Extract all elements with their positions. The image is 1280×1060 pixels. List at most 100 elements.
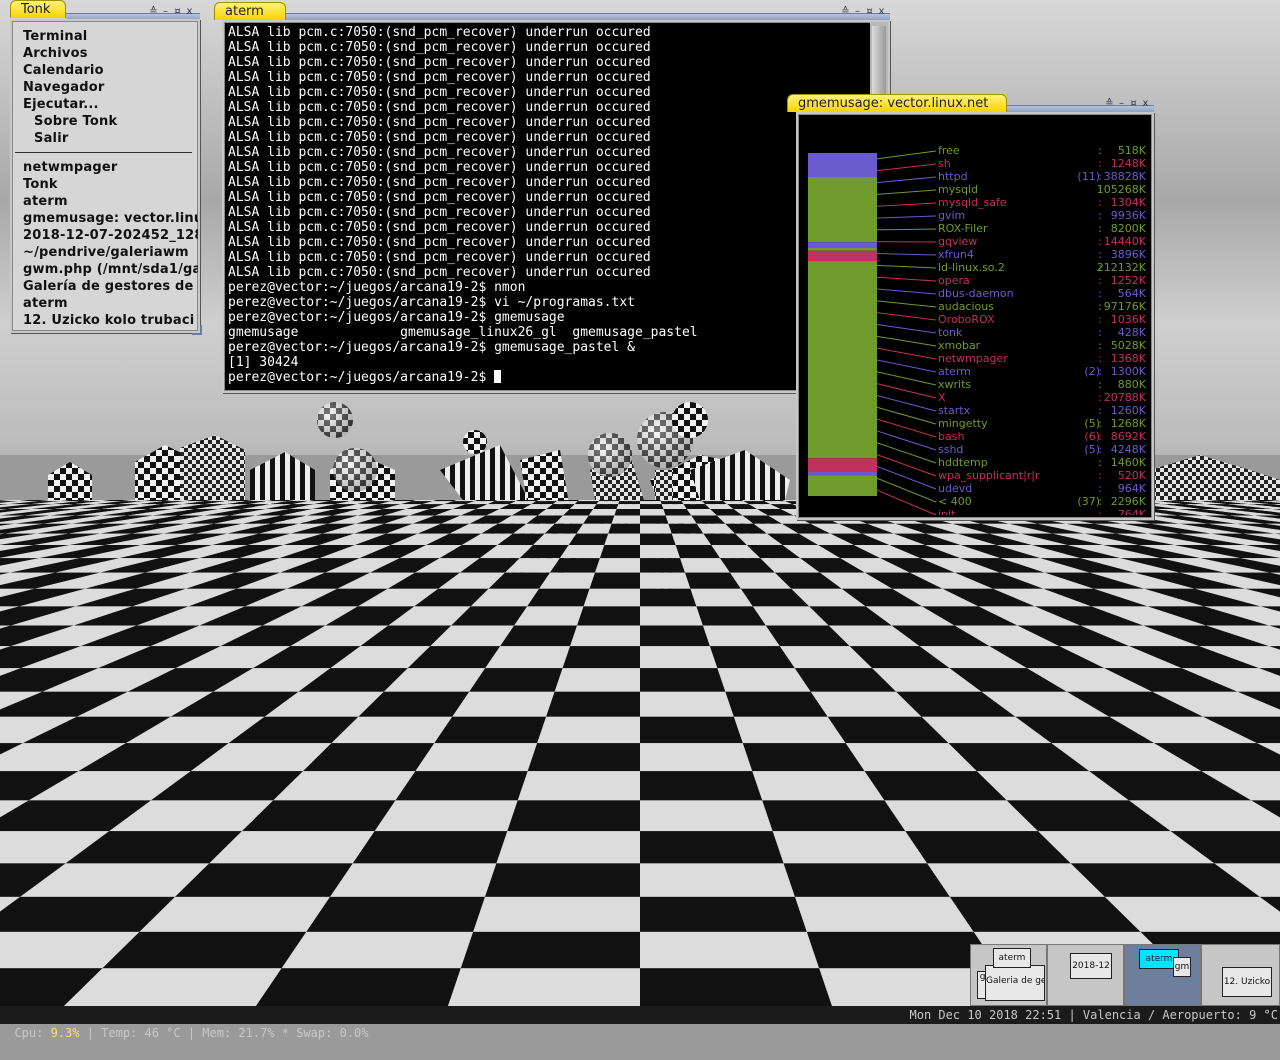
menu-item[interactable]: Navegador <box>23 79 198 96</box>
process-memory: 880K <box>1118 379 1146 391</box>
process-row: ROX-Filer:8200K <box>938 223 1146 235</box>
process-row: udevd:964K <box>938 483 1146 495</box>
terminal-line: ALSA lib pcm.c:7050:(snd_pcm_recover) un… <box>228 160 868 175</box>
maximize-icon[interactable]: ¤ <box>865 7 874 17</box>
leader-line <box>877 177 936 183</box>
process-name: init <box>938 508 955 515</box>
leader-line <box>877 348 936 359</box>
menu-item[interactable]: Calendario <box>23 62 198 79</box>
terminal-line: ALSA lib pcm.c:7050:(snd_pcm_recover) un… <box>228 25 868 40</box>
leader-line <box>877 455 936 476</box>
process-memory: 105268K <box>1097 184 1146 196</box>
mini-window[interactable]: 12. Uzicko <box>1222 967 1272 997</box>
tonk-tab[interactable]: Tonk <box>10 0 66 18</box>
process-name: udevd <box>938 482 972 495</box>
status-bar: Cpu: 9.3% | Temp: 46 °C | Mem: 21.7% * S… <box>0 1006 1280 1024</box>
shade-icon[interactable]: ≙ <box>149 7 158 17</box>
menu-item[interactable]: Terminal <box>23 28 198 45</box>
gmemusage-titlebar[interactable]: ≙ – ¤ x <box>1007 105 1154 112</box>
window-list-item[interactable]: aterm <box>23 295 198 312</box>
menu-item[interactable]: Ejecutar... <box>23 96 198 113</box>
process-memory: 5028K <box>1111 340 1146 352</box>
window-list-item[interactable]: Galería de gestores de ve <box>23 278 198 295</box>
menu-item[interactable]: Salir <box>23 130 198 147</box>
terminal-line: ALSA lib pcm.c:7050:(snd_pcm_recover) un… <box>228 100 868 115</box>
process-name: mingetty <box>938 417 988 430</box>
close-icon[interactable]: x <box>1141 99 1150 109</box>
terminal-line: [1] 30424 <box>228 355 868 370</box>
terminal-line: ALSA lib pcm.c:7050:(snd_pcm_recover) un… <box>228 145 868 160</box>
gmemusage-window: gmemusage: vector.linux.net ≙ – ¤ x free… <box>787 94 1154 522</box>
shade-icon[interactable]: ≙ <box>1105 99 1114 109</box>
window-list-item[interactable]: 12. Uzicko kolo trubaci uz <box>23 312 198 329</box>
resize-grip[interactable] <box>192 325 202 335</box>
window-list-item[interactable]: gwm.php (/mnt/sda1/gal <box>23 261 198 278</box>
checkered-floor <box>0 500 1280 1006</box>
process-name: bash <box>938 430 964 443</box>
process-count: (37) <box>1077 496 1100 508</box>
column-separator: : <box>1098 288 1102 300</box>
minimize-icon[interactable]: – <box>853 7 862 17</box>
memory-bar-segment <box>808 251 877 261</box>
terminal-line: ALSA lib pcm.c:7050:(snd_pcm_recover) un… <box>228 235 868 250</box>
process-name: gvim <box>938 209 965 222</box>
column-separator: : <box>1098 314 1102 326</box>
shade-icon[interactable]: ≙ <box>841 7 850 17</box>
aterm-tab[interactable]: aterm <box>214 2 286 20</box>
column-separator: : <box>1098 431 1102 443</box>
terminal-output[interactable]: ALSA lib pcm.c:7050:(snd_pcm_recover) un… <box>228 25 868 389</box>
process-memory: 20788K <box>1104 392 1146 404</box>
terminal-prompt: perez@vector:~/juegos/arcana19-2$ <box>228 370 494 385</box>
memory-bar-segment <box>808 261 877 458</box>
window-list-item[interactable]: Tonk <box>23 176 198 193</box>
process-name: mysqld_safe <box>938 196 1007 209</box>
close-icon[interactable]: x <box>877 7 886 17</box>
terminal-line: perez@vector:~/juegos/arcana19-2$ gmemus… <box>228 310 868 325</box>
close-icon[interactable]: x <box>185 7 194 17</box>
process-row: free:518K <box>938 145 1146 157</box>
process-name: aterm <box>938 365 971 378</box>
process-row: audacious:97176K <box>938 301 1146 313</box>
window-list-item[interactable]: ~/pendrive/galeriawm <box>23 244 198 261</box>
workspace-4[interactable]: 12. Uzicko <box>1201 944 1280 1006</box>
mini-window[interactable]: Galeria de ge <box>985 965 1045 1001</box>
column-separator: : <box>1098 275 1102 287</box>
memory-bar-segment <box>808 475 877 496</box>
workspace-1[interactable]: gm Galeria de ge aterm <box>970 944 1047 1006</box>
maximize-icon[interactable]: ¤ <box>1129 99 1138 109</box>
gmemusage-tab[interactable]: gmemusage: vector.linux.net <box>787 94 1007 112</box>
window-list-item[interactable]: netwmpager <box>23 159 198 176</box>
mini-window[interactable]: aterm <box>993 948 1031 968</box>
minimize-icon[interactable]: – <box>161 7 170 17</box>
leader-line <box>877 203 936 206</box>
window-list-item[interactable]: gmemusage: vector.linux. <box>23 210 198 227</box>
process-row: httpd(11):38828K <box>938 171 1146 183</box>
process-memory: 3896K <box>1111 249 1146 261</box>
terminal-line: ALSA lib pcm.c:7050:(snd_pcm_recover) un… <box>228 40 868 55</box>
aterm-titlebar[interactable]: ≙ – ¤ x <box>286 13 890 20</box>
maximize-icon[interactable]: ¤ <box>173 7 182 17</box>
minimize-icon[interactable]: – <box>1117 99 1126 109</box>
column-separator: : <box>1098 223 1102 235</box>
process-memory: 1036K <box>1111 314 1146 326</box>
process-row: wpa_supplicant|r|r:520K <box>938 470 1146 482</box>
process-name: opera <box>938 274 970 287</box>
column-separator: : <box>1098 301 1102 313</box>
menu-item[interactable]: Archivos <box>23 45 198 62</box>
gmemusage-frame: free:518Ksh:1248Khttpd(11):38828Kmysqld:… <box>796 112 1154 520</box>
workspace-2[interactable]: 2018-12 <box>1047 944 1124 1006</box>
workspace-3-active[interactable]: aterm gm <box>1124 944 1201 1006</box>
window-list-item[interactable]: aterm <box>23 193 198 210</box>
terminal-line: ALSA lib pcm.c:7050:(snd_pcm_recover) un… <box>228 55 868 70</box>
terminal-prompt-line[interactable]: perez@vector:~/juegos/arcana19-2$ <box>228 370 868 385</box>
window-list-item[interactable]: 2018-12-07-202452_1280x <box>23 227 198 244</box>
mini-window[interactable]: 2018-12 <box>1070 953 1112 979</box>
terminal-line: ALSA lib pcm.c:7050:(snd_pcm_recover) un… <box>228 190 868 205</box>
leader-line <box>877 313 936 320</box>
menu-item[interactable]: Sobre Tonk <box>23 113 198 130</box>
process-row: init:764K <box>938 509 1146 515</box>
terminal-line: ALSA lib pcm.c:7050:(snd_pcm_recover) un… <box>228 130 868 145</box>
process-row: mingetty(5):1268K <box>938 418 1146 430</box>
mini-window[interactable]: gm <box>1173 957 1191 977</box>
process-count: (11) <box>1077 171 1100 183</box>
